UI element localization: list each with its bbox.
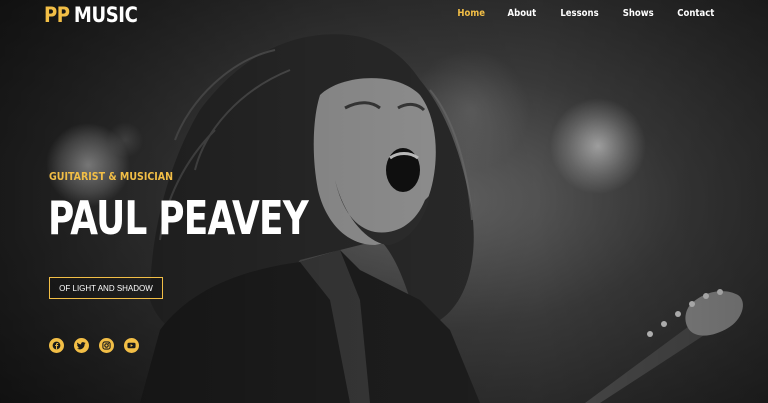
cta-button[interactable]: OF LIGHT AND SHADOW bbox=[49, 277, 163, 299]
facebook-icon[interactable] bbox=[49, 338, 64, 353]
instagram-icon[interactable] bbox=[99, 338, 114, 353]
youtube-icon[interactable] bbox=[124, 338, 139, 353]
nav-lessons[interactable]: Lessons bbox=[560, 8, 598, 19]
nav-contact[interactable]: Contact bbox=[678, 8, 715, 19]
nav-about[interactable]: About bbox=[508, 8, 537, 19]
nav-shows[interactable]: Shows bbox=[623, 8, 654, 19]
main-nav: Home About Lessons Shows Contact bbox=[437, 8, 718, 19]
logo-music: MUSIC bbox=[73, 3, 138, 27]
logo-pp: PP bbox=[44, 3, 70, 27]
twitter-icon[interactable] bbox=[74, 338, 89, 353]
cta-label: OF LIGHT AND SHADOW bbox=[59, 283, 153, 293]
hero-tagline: GUITARIST & MUSICIAN bbox=[49, 170, 174, 183]
social-links bbox=[49, 338, 149, 353]
hero-title: PAUL PEAVEY bbox=[48, 191, 309, 245]
nav-home[interactable]: Home bbox=[457, 8, 485, 19]
site-logo[interactable]: PP MUSIC bbox=[44, 3, 138, 27]
